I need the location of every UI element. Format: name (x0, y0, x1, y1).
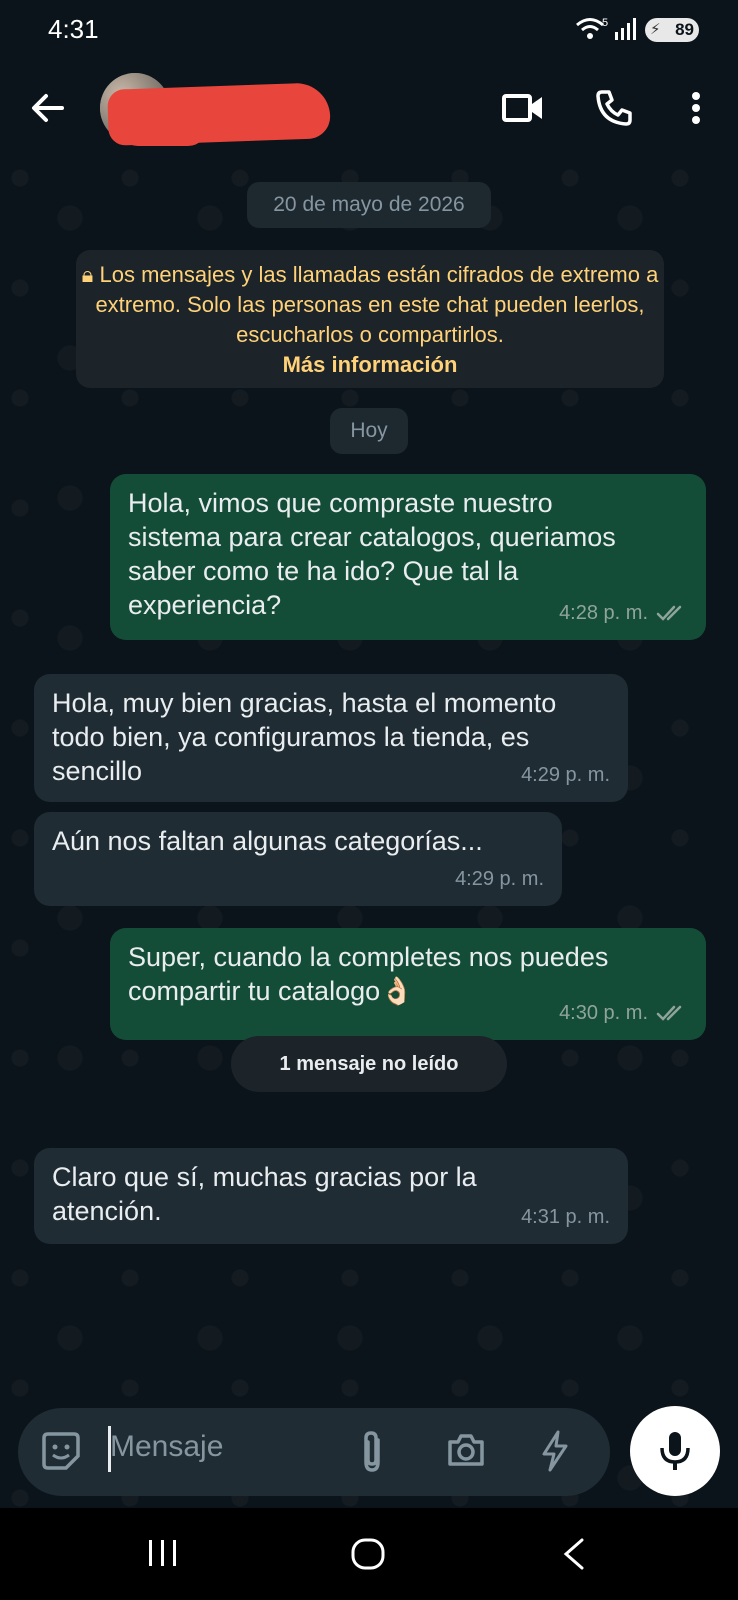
message-time: 4:31 p. m. (521, 1206, 610, 1228)
message-time: 4:28 p. m. (559, 602, 648, 624)
battery-level: 89 (675, 20, 694, 39)
encryption-notice[interactable]: 🔒︎ Los mensajes y las llamadas están cif… (76, 250, 664, 388)
message-text: Claro que sí, muchas gracias por la aten… (52, 1162, 477, 1226)
back-arrow-icon[interactable] (28, 88, 68, 133)
double-check-icon (656, 1005, 682, 1021)
redaction-mark (118, 106, 208, 146)
signal-icon (614, 16, 640, 47)
message-text: Aún nos faltan algunas categorías... (52, 826, 483, 856)
message-bubble-outgoing[interactable]: Super, cuando la completes nos puedes co… (110, 928, 706, 1040)
message-bubble-outgoing[interactable]: Hola, vimos que compraste nuestro sistem… (110, 474, 706, 640)
home-icon[interactable] (350, 1538, 386, 1575)
recent-apps-icon[interactable] (146, 1538, 180, 1573)
unread-messages-chip: 1 mensaje no leído (231, 1036, 507, 1092)
message-time: 4:29 p. m. (521, 764, 610, 786)
system-nav-bar (0, 1508, 738, 1600)
mic-button[interactable] (630, 1406, 720, 1496)
lock-icon: 🔒︎ (81, 262, 94, 287)
encryption-text: Los mensajes y las llamadas están cifrad… (95, 262, 659, 347)
more-info-link[interactable]: Más información (283, 352, 458, 377)
status-time: 4:31 (48, 14, 99, 44)
message-time: 4:29 p. m. (455, 868, 544, 890)
chat-area[interactable]: 20 de mayo de 2026 🔒︎ Los mensajes y las… (0, 158, 738, 1508)
message-bubble-incoming[interactable]: Claro que sí, muchas gracias por la aten… (34, 1148, 628, 1244)
message-bubble-incoming[interactable]: Hola, muy bien gracias, hasta el momento… (34, 674, 628, 802)
sticker-icon[interactable] (40, 1430, 82, 1477)
chat-header (0, 58, 738, 158)
date-chip: 20 de mayo de 2026 (247, 182, 491, 228)
back-nav-icon[interactable] (562, 1538, 586, 1575)
mic-icon (660, 1432, 690, 1470)
today-chip: Hoy (330, 408, 408, 454)
wifi-label: 5 (602, 17, 608, 29)
status-bar: 4:31 5 ⚡ 89 (0, 0, 738, 58)
camera-icon[interactable] (446, 1430, 486, 1475)
message-input[interactable]: Mensaje (110, 1430, 223, 1464)
phone-icon[interactable] (594, 88, 634, 133)
message-composer[interactable]: Mensaje (18, 1408, 610, 1496)
double-check-icon (656, 605, 682, 621)
more-vert-icon[interactable] (688, 88, 704, 133)
bolt-icon[interactable] (540, 1430, 570, 1477)
charging-icon: ⚡ (650, 21, 661, 38)
attach-icon[interactable] (356, 1430, 388, 1479)
battery-indicator: ⚡ 89 (645, 18, 699, 42)
message-time: 4:30 p. m. (559, 1002, 648, 1024)
message-bubble-incoming[interactable]: Aún nos faltan algunas categorías... 4:2… (34, 812, 562, 906)
video-call-icon[interactable] (502, 88, 544, 133)
wifi-icon: 5 (575, 16, 609, 47)
